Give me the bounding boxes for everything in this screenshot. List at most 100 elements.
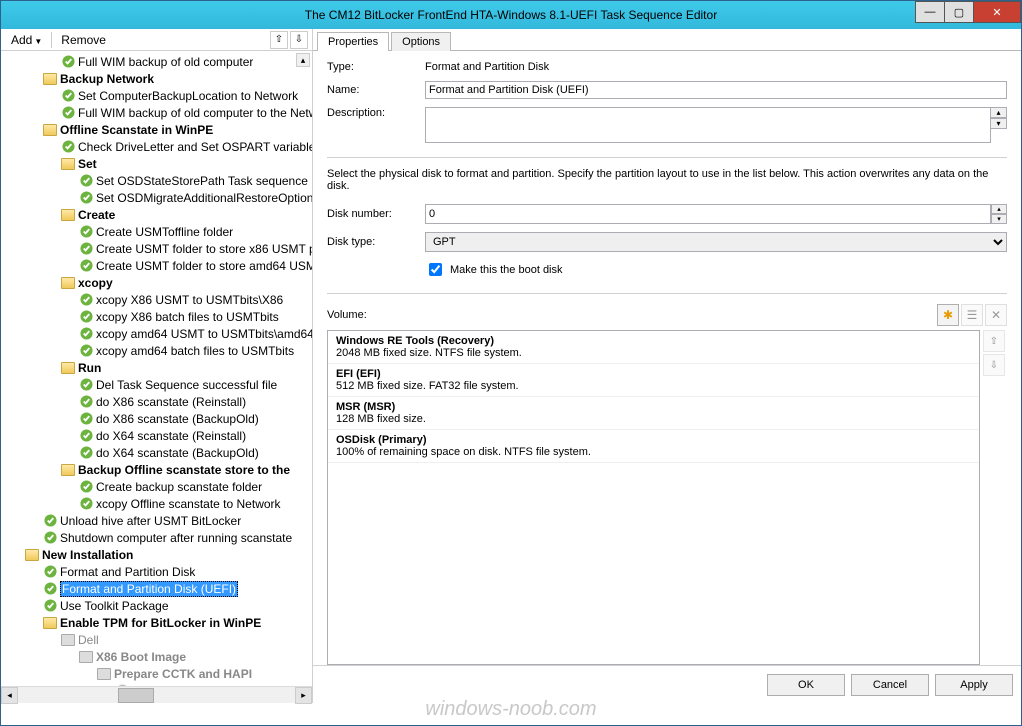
tree-item[interactable]: Create backup scanstate folder [1, 478, 312, 495]
volume-desc: 128 MB fixed size. [336, 413, 971, 425]
properties-volume-button[interactable]: ☰ [961, 304, 983, 326]
add-menu[interactable]: Add▼ [5, 31, 48, 49]
scroll-right-icon[interactable]: ▸ [295, 687, 312, 704]
volume-item[interactable]: OSDisk (Primary)100% of remaining space … [328, 430, 979, 463]
tree-item[interactable]: Dell [1, 631, 312, 648]
tree-item[interactable]: Prepare CCTK and HAPI [1, 665, 312, 682]
tab-options[interactable]: Options [391, 32, 451, 51]
move-up-icon[interactable]: ⇧ [270, 31, 288, 49]
move-down-icon[interactable]: ⇩ [290, 31, 308, 49]
tree-item[interactable]: Create USMT folder to store x86 USMT p [1, 240, 312, 257]
scroll-left-icon[interactable]: ◂ [1, 687, 18, 704]
tree-item[interactable]: do X86 scanstate (BackupOld) [1, 410, 312, 427]
apply-button[interactable]: Apply [935, 674, 1013, 696]
tree-item-label: Offline Scanstate in WinPE [60, 123, 213, 137]
tree-item-label: Format and Partition Disk (UEFI) [60, 581, 238, 597]
disk-number-input[interactable] [425, 204, 991, 224]
tree-item-label: Use Toolkit Package [60, 599, 169, 613]
new-volume-button[interactable]: ✱ [937, 304, 959, 326]
close-button[interactable]: ✕ [973, 1, 1021, 23]
tree-item[interactable]: Offline Scanstate in WinPE [1, 121, 312, 138]
boot-disk-row: Make this the boot disk [327, 260, 1007, 279]
check-icon [43, 599, 57, 613]
cancel-button[interactable]: Cancel [851, 674, 929, 696]
volume-item[interactable]: Windows RE Tools (Recovery)2048 MB fixed… [328, 331, 979, 364]
tree-item[interactable]: do X64 scanstate (Reinstall) [1, 427, 312, 444]
name-input[interactable] [425, 81, 1007, 99]
tree-item[interactable]: Create [1, 206, 312, 223]
volume-item[interactable]: EFI (EFI)512 MB fixed size. FAT32 file s… [328, 364, 979, 397]
check-icon [61, 106, 75, 120]
tree-item[interactable]: xcopy [1, 274, 312, 291]
description-input[interactable] [425, 107, 991, 143]
tree-item[interactable]: Full WIM backup of old computer [1, 53, 312, 70]
check-icon [61, 89, 75, 103]
tree-item[interactable]: Unload hive after USMT BitLocker [1, 512, 312, 529]
tree-item[interactable]: Full WIM backup of old computer to the N… [1, 104, 312, 121]
tree-item[interactable]: Shutdown computer after running scanstat… [1, 529, 312, 546]
check-icon [79, 412, 93, 426]
tree-item[interactable]: X86 Boot Image [1, 648, 312, 665]
tree-item-label: Create USMToffline folder [96, 225, 233, 239]
description-row: Description: ▴▾ [327, 107, 1007, 143]
tree-item[interactable]: xcopy Offline scanstate to Network [1, 495, 312, 512]
disk-type-label: Disk type: [327, 236, 425, 248]
tree-item[interactable]: Check DriveLetter and Set OSPART variabl… [1, 138, 312, 155]
horizontal-scrollbar[interactable]: ◂ ▸ [1, 686, 312, 703]
tree-item[interactable]: Set OSDStateStorePath Task sequence [1, 172, 312, 189]
tree-item[interactable]: Set OSDMigrateAdditionalRestoreOptions [1, 189, 312, 206]
tree-item[interactable]: Del Task Sequence successful file [1, 376, 312, 393]
tree-item[interactable]: Backup Network [1, 70, 312, 87]
tree-item[interactable]: xcopy X86 USMT to USMTbits\X86 [1, 291, 312, 308]
tree-item[interactable]: xcopy amd64 batch files to USMTbits [1, 342, 312, 359]
volume-item[interactable]: MSR (MSR)128 MB fixed size. [328, 397, 979, 430]
disk-number-spin[interactable]: ▴▾ [425, 204, 1007, 224]
tree-item-label: Set OSDMigrateAdditionalRestoreOptions [96, 191, 312, 205]
scroll-track[interactable] [18, 687, 295, 704]
tree-item[interactable]: do X64 scanstate (BackupOld) [1, 444, 312, 461]
tree-item[interactable]: Run [1, 359, 312, 376]
tree-item-label: Full WIM backup of old computer [78, 55, 253, 69]
volume-move-up-icon[interactable]: ⇧ [983, 330, 1005, 352]
check-icon [79, 293, 93, 307]
check-icon [79, 378, 93, 392]
disk-type-select[interactable]: GPT [425, 232, 1007, 252]
tree-item[interactable]: Create USMT folder to store amd64 USM [1, 257, 312, 274]
name-label: Name: [327, 84, 425, 96]
delete-volume-button[interactable]: ✕ [985, 304, 1007, 326]
tree-item[interactable]: New Installation [1, 546, 312, 563]
tab-properties[interactable]: Properties [317, 32, 389, 51]
ok-button[interactable]: OK [767, 674, 845, 696]
tree-item[interactable]: Set [1, 155, 312, 172]
tree-item[interactable]: Use Toolkit Package [1, 597, 312, 614]
tree-item[interactable]: Create USMToffline folder [1, 223, 312, 240]
tree-item[interactable]: do X86 scanstate (Reinstall) [1, 393, 312, 410]
tree-item[interactable]: xcopy CCTK [1, 682, 312, 686]
folder-gray-icon [97, 667, 111, 681]
boot-disk-input[interactable] [429, 263, 442, 276]
tree-item[interactable]: Enable TPM for BitLocker in WinPE [1, 614, 312, 631]
tree-item[interactable]: xcopy X86 batch files to USMTbits [1, 308, 312, 325]
folder-icon [61, 208, 75, 222]
tree-item[interactable]: xcopy amd64 USMT to USMTbits\amd64 [1, 325, 312, 342]
spin-buttons[interactable]: ▴▾ [991, 204, 1007, 224]
volume-list[interactable]: Windows RE Tools (Recovery)2048 MB fixed… [327, 330, 980, 665]
scroll-thumb[interactable] [118, 688, 154, 703]
window-controls: — ▢ ✕ [916, 1, 1021, 23]
minimize-button[interactable]: — [915, 1, 945, 23]
scroll-up-icon[interactable]: ▴ [296, 53, 310, 67]
volume-desc: 2048 MB fixed size. NTFS file system. [336, 347, 971, 359]
tree-item[interactable]: Set ComputerBackupLocation to Network [1, 87, 312, 104]
tree-item[interactable]: Format and Partition Disk [1, 563, 312, 580]
tree-item-label: New Installation [42, 548, 133, 562]
task-sequence-tree[interactable]: ▴ Full WIM backup of old computerBackup … [1, 51, 312, 686]
tree-item[interactable]: Backup Offline scanstate store to the [1, 461, 312, 478]
volume-move-down-icon[interactable]: ⇩ [983, 354, 1005, 376]
boot-disk-checkbox[interactable]: Make this the boot disk [425, 260, 563, 279]
tree-item[interactable]: Format and Partition Disk (UEFI) [1, 580, 312, 597]
remove-button[interactable]: Remove [55, 31, 112, 49]
main-content: Add▼ Remove ⇧ ⇩ ▴ Full WIM backup of old… [1, 29, 1021, 703]
maximize-button[interactable]: ▢ [944, 1, 974, 23]
textarea-scroll[interactable]: ▴▾ [991, 107, 1007, 129]
chevron-down-icon: ▼ [34, 37, 42, 46]
